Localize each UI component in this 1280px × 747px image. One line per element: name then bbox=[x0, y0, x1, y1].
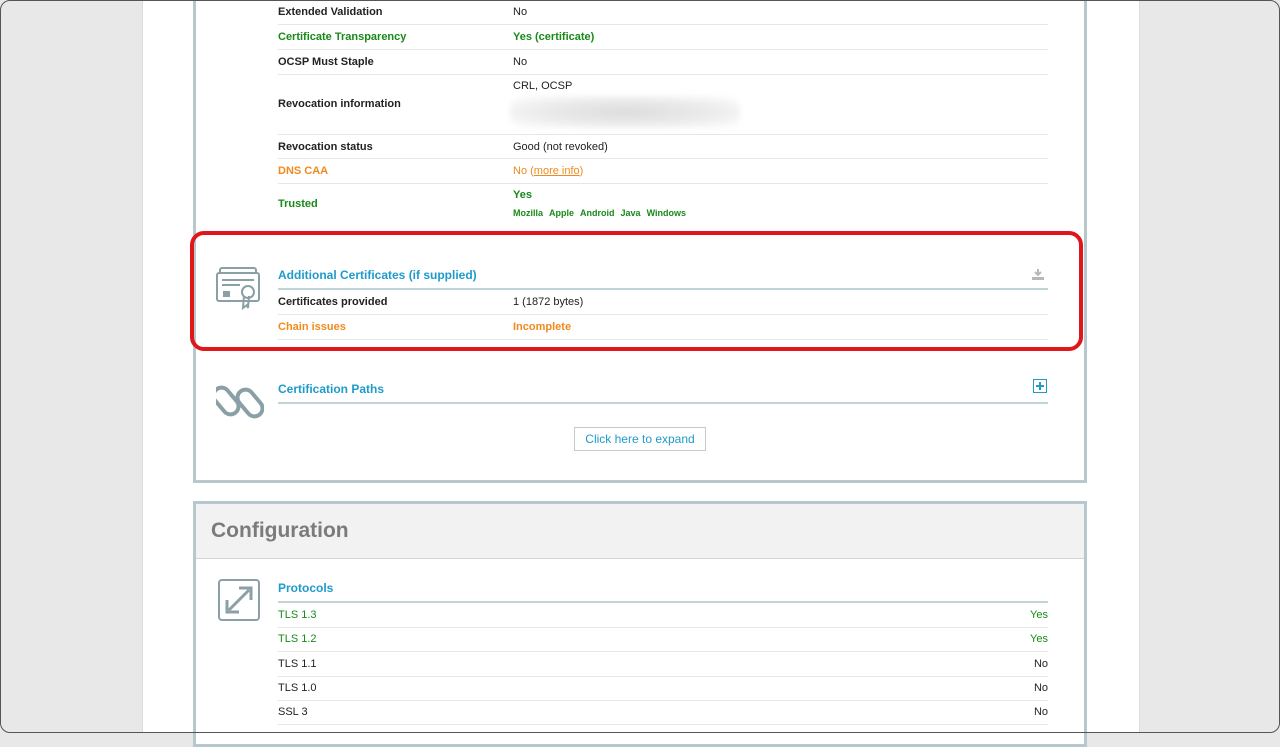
row-value: CRL, OCSP bbox=[513, 80, 573, 92]
protocol-name: TLS 1.2 bbox=[278, 633, 317, 645]
protocol-row-ssl3: SSL 3 No bbox=[278, 700, 1048, 725]
row-label: Extended Validation bbox=[278, 6, 383, 18]
protocol-value: Yes bbox=[1030, 609, 1048, 621]
protocol-name: TLS 1.0 bbox=[278, 682, 317, 694]
certification-paths-title: Certification Paths bbox=[278, 382, 1048, 404]
row-value: No (more info) bbox=[513, 165, 584, 177]
row-value: Good (not revoked) bbox=[513, 141, 608, 153]
dns-caa-value: No bbox=[513, 165, 528, 177]
row-label: Trusted bbox=[278, 198, 318, 210]
protocol-name: TLS 1.1 bbox=[278, 658, 317, 670]
highlight-box bbox=[190, 231, 1083, 351]
protocol-value: No bbox=[1033, 658, 1048, 670]
row-label: Revocation information bbox=[278, 98, 401, 110]
row-value: No bbox=[513, 56, 528, 68]
trust-store-list: Mozilla Apple Android Java Windows bbox=[513, 208, 692, 218]
row-trusted: Trusted Yes Mozilla Apple Android Java Windo… bbox=[278, 184, 1048, 224]
row-revocation-status: Revocation status Good (not revoked) bbox=[278, 135, 1048, 159]
row-label: Revocation status bbox=[278, 141, 373, 153]
configuration-title: Configuration bbox=[211, 519, 349, 542]
expand-button[interactable]: Click here to expand bbox=[574, 427, 706, 451]
more-info-link[interactable]: more info bbox=[534, 165, 580, 177]
protocols-arrows-icon bbox=[217, 578, 261, 622]
row-value: Yes (certificate) bbox=[513, 31, 595, 43]
chain-link-icon bbox=[216, 380, 264, 422]
trust-store-mozilla: Mozilla bbox=[513, 208, 544, 218]
row-ocsp-must-staple: OCSP Must Staple No bbox=[278, 50, 1048, 75]
row-label: Certificate Transparency bbox=[278, 31, 407, 43]
protocol-value: No bbox=[1033, 682, 1048, 694]
row-label: DNS CAA bbox=[278, 165, 329, 177]
protocol-row-tls10: TLS 1.0 No bbox=[278, 676, 1048, 701]
protocol-value: No bbox=[1033, 706, 1048, 718]
protocol-value: Yes bbox=[1030, 633, 1048, 645]
protocols-title-text: Protocols bbox=[278, 581, 334, 595]
trust-store-apple: Apple bbox=[549, 208, 575, 218]
row-value: Yes bbox=[513, 189, 532, 201]
row-certificate-transparency: Certificate Transparency Yes (certificat… bbox=[278, 25, 1048, 50]
protocols-title: Protocols bbox=[278, 581, 1048, 603]
trust-store-java: Java bbox=[620, 208, 641, 218]
trust-store-android: Android bbox=[580, 208, 615, 218]
row-extended-validation: Extended Validation No bbox=[278, 0, 1048, 25]
trust-store-windows: Windows bbox=[646, 208, 686, 218]
protocol-name: TLS 1.3 bbox=[278, 609, 317, 621]
row-value: No bbox=[513, 6, 528, 18]
row-dns-caa: DNS CAA No (more info) bbox=[278, 159, 1048, 184]
protocol-row-tls11: TLS 1.1 No bbox=[278, 652, 1048, 677]
protocol-row-tls12: TLS 1.2 Yes bbox=[278, 627, 1048, 652]
expand-plus-icon[interactable] bbox=[1033, 379, 1047, 393]
row-label: OCSP Must Staple bbox=[278, 56, 374, 68]
protocol-name: SSL 3 bbox=[278, 706, 308, 718]
redacted-urls bbox=[510, 96, 740, 128]
protocol-row-tls13: TLS 1.3 Yes bbox=[278, 603, 1048, 628]
certification-paths-title-text: Certification Paths bbox=[278, 382, 385, 396]
